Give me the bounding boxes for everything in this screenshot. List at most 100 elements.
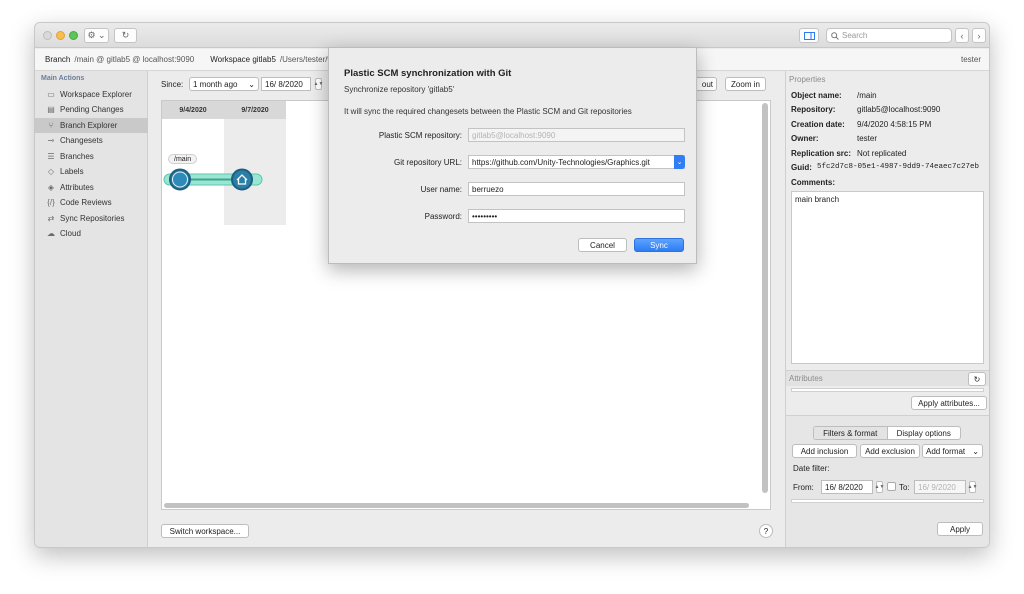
comments-textarea[interactable]: main branch: [791, 191, 984, 364]
back-button[interactable]: ‹: [955, 28, 969, 43]
since-date-stepper[interactable]: ▲▼: [314, 78, 323, 90]
date-column-header: 9/7/2020: [224, 101, 286, 119]
sidebar-item-code-reviews[interactable]: {/} Code Reviews: [35, 195, 148, 210]
password-label: Password:: [424, 212, 462, 221]
sidebar-item-workspace-explorer[interactable]: ▭ Workspace Explorer: [35, 87, 148, 102]
from-label: From:: [793, 483, 814, 492]
since-date-value: 16/ 8/2020: [265, 79, 303, 89]
username-field[interactable]: berruezo: [468, 182, 685, 196]
tab-filters-format[interactable]: Filters & format: [814, 427, 888, 439]
zoom-in-button[interactable]: Zoom in: [725, 77, 766, 91]
gear-menu-button[interactable]: ⚙ ⌄: [84, 28, 109, 43]
sidebar-item-label: Sync Repositories: [60, 214, 125, 223]
sync-button[interactable]: Sync: [634, 238, 684, 252]
sidebar-item-labels[interactable]: ◇ Labels: [35, 164, 148, 179]
to-date-field[interactable]: 16/ 9/2020: [914, 480, 966, 494]
from-date-value: 16/ 8/2020: [825, 482, 863, 492]
toggle-panel-button[interactable]: [799, 28, 819, 43]
plastic-repo-label: Plastic SCM repository:: [378, 131, 462, 140]
tab-display-options[interactable]: Display options: [888, 427, 961, 439]
refresh-button[interactable]: ↻: [114, 28, 137, 43]
sidebar-item-label: Pending Changes: [60, 105, 124, 114]
vertical-scrollbar[interactable]: [762, 103, 768, 493]
dialog-description: It will sync the required changesets bet…: [344, 107, 632, 116]
since-date-field[interactable]: 16/ 8/2020: [261, 77, 311, 91]
apply-filters-button[interactable]: Apply: [937, 522, 983, 536]
attributes-list[interactable]: [791, 388, 984, 392]
title-bar: ⚙ ⌄ ↻ Search ‹ ›: [35, 23, 989, 48]
maximize-window-button[interactable]: [69, 31, 78, 40]
to-date-stepper[interactable]: ▲▼: [968, 481, 977, 493]
sidebar-item-label: Branch Explorer: [60, 121, 118, 130]
attributes-title: Attributes: [789, 374, 823, 383]
from-date-stepper[interactable]: ▲▼: [875, 481, 884, 493]
prop-row: Object name:/main: [791, 91, 877, 100]
apply-attributes-button[interactable]: Apply attributes...: [911, 396, 987, 410]
date-filter-label: Date filter:: [793, 464, 830, 473]
help-button[interactable]: ?: [759, 524, 773, 538]
sidebar-item-cloud[interactable]: ☁ Cloud: [35, 226, 148, 241]
chevron-down-icon: ⌄: [248, 79, 255, 89]
attributes-header: Attributes ↻: [786, 370, 989, 386]
cancel-button[interactable]: Cancel: [578, 238, 627, 252]
comments-value: main branch: [795, 195, 840, 204]
sidebar-item-branches[interactable]: ☰ Branches: [35, 149, 148, 164]
chevron-down-icon[interactable]: ⌄: [674, 155, 685, 169]
filters-tabs: Filters & format Display options: [813, 426, 961, 440]
code-review-icon: {/}: [47, 198, 55, 207]
minimize-window-button[interactable]: [56, 31, 65, 40]
branch-name-tag: /main: [168, 154, 198, 164]
add-exclusion-button[interactable]: Add exclusion: [860, 444, 920, 458]
sidebar-item-label: Workspace Explorer: [60, 90, 132, 99]
refresh-attributes-button[interactable]: ↻: [968, 372, 986, 386]
password-field[interactable]: •••••••••: [468, 209, 685, 223]
chevron-down-icon: ⌄: [972, 446, 979, 456]
sidebar-item-changesets[interactable]: ⊸ Changesets: [35, 133, 148, 148]
search-placeholder: Search: [842, 31, 868, 40]
sidebar-item-attributes[interactable]: ◈ Attributes: [35, 180, 148, 195]
since-dropdown[interactable]: 1 month ago ⌄: [189, 77, 259, 91]
password-value: •••••••••: [472, 211, 498, 221]
head-changeset-node[interactable]: [231, 168, 253, 191]
filters-list: [791, 499, 984, 503]
branch-icon: ⑂: [48, 121, 54, 130]
sidebar-item-pending-changes[interactable]: ▤ Pending Changes: [35, 102, 148, 117]
branch-graph: [163, 168, 263, 191]
add-inclusion-button[interactable]: Add inclusion: [792, 444, 857, 458]
sidebar-item-label: Branches: [60, 152, 94, 161]
prop-row: Guid: 5fc2d7c8-05e1-4987-9dd9-74eaec7c27e…: [791, 163, 980, 172]
git-url-combobox[interactable]: https://github.com/Unity-Technologies/Gr…: [468, 155, 685, 169]
to-label: To:: [899, 483, 910, 492]
changeset-icon: ⊸: [47, 136, 55, 145]
sidebar-item-branch-explorer[interactable]: ⑂ Branch Explorer: [35, 118, 148, 133]
add-format-dropdown[interactable]: Add format ⌄: [922, 444, 983, 458]
date-column-header: 9/4/2020: [162, 101, 224, 119]
forward-button[interactable]: ›: [972, 28, 986, 43]
panel-icon: [803, 31, 815, 40]
git-url-value: https://github.com/Unity-Technologies/Gr…: [472, 157, 650, 167]
prop-row: Owner: tester: [791, 134, 878, 143]
search-input[interactable]: Search: [826, 28, 952, 43]
add-format-label: Add format: [926, 446, 966, 456]
date-column: 9/7/2020: [224, 101, 286, 225]
attribute-icon: ◈: [47, 183, 55, 192]
sidebar-item-label: Code Reviews: [60, 198, 112, 207]
to-date-value: 16/ 9/2020: [918, 482, 956, 492]
sidebar-item-label: Cloud: [60, 229, 81, 238]
folder-icon: ▭: [47, 90, 55, 99]
prop-row: Replication src: Not replicated: [791, 149, 907, 158]
changeset-node-inner: [172, 171, 188, 188]
label-icon: ◇: [47, 167, 55, 176]
workspace-path: /Users/tester/w: [279, 55, 334, 64]
sync-icon: ⇄: [47, 214, 55, 223]
switch-workspace-button[interactable]: Switch workspace...: [161, 524, 249, 538]
git-url-label: Git repository URL:: [393, 158, 462, 167]
cloud-icon: ☁: [47, 229, 55, 238]
user-name: tester: [960, 55, 981, 64]
to-date-checkbox[interactable]: [887, 482, 896, 491]
horizontal-scrollbar[interactable]: [164, 503, 749, 508]
close-window-button[interactable]: [43, 31, 52, 40]
from-date-field[interactable]: 16/ 8/2020: [821, 480, 873, 494]
search-icon: [831, 31, 839, 40]
sidebar-item-sync-repositories[interactable]: ⇄ Sync Repositories: [35, 211, 148, 226]
